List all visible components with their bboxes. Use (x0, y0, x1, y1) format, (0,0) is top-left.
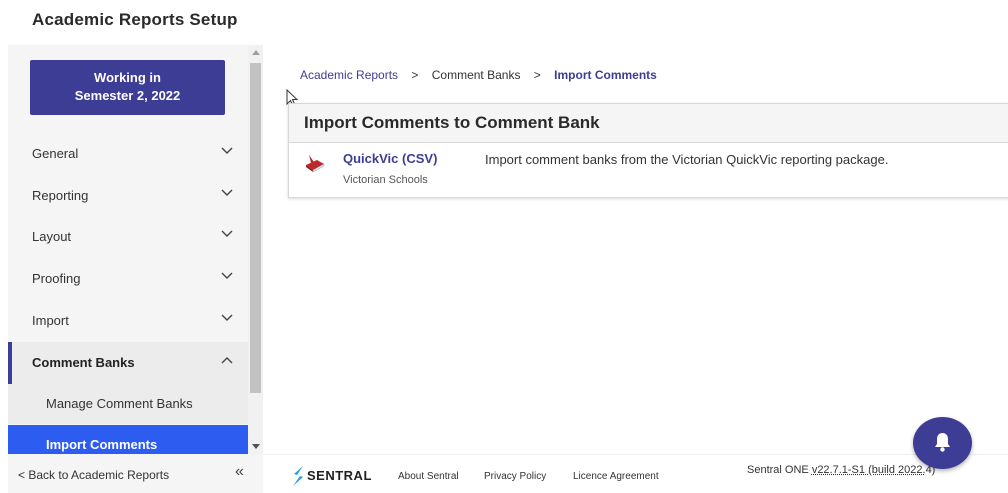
import-comments-panel: Import Comments to Comment Bank QuickVic… (288, 103, 1008, 198)
back-bar: < Back to Academic Reports « (8, 454, 263, 493)
sidebar-scrollbar[interactable] (248, 45, 263, 454)
sidebar-item-label: Comment Banks (32, 355, 135, 370)
breadcrumb: Academic Reports > Comment Banks > Impor… (300, 68, 657, 82)
chevron-down-icon (221, 230, 233, 238)
sidebar-item-layout[interactable]: Layout (8, 216, 248, 258)
sidebar-subitem-import-comments[interactable]: Import Comments (8, 425, 248, 454)
panel-header: Import Comments to Comment Bank (289, 104, 1008, 143)
chevron-down-icon (221, 314, 233, 322)
sentral-wordmark: SENTRAL (307, 468, 372, 483)
panel-title: Import Comments to Comment Bank (304, 113, 600, 133)
quickvic-csv-link[interactable]: QuickVic (CSV) (343, 151, 437, 166)
back-to-academic-reports-link[interactable]: < Back to Academic Reports (18, 468, 169, 482)
notifications-button[interactable] (913, 417, 972, 469)
chevron-left-icon: < (18, 468, 25, 482)
scroll-thumb[interactable] (250, 63, 261, 393)
back-link-label: Back to Academic Reports (28, 468, 169, 482)
footer: SENTRAL About Sentral Privacy Policy Lic… (263, 454, 1008, 493)
sidebar-item-label: Layout (32, 229, 71, 244)
working-in-button[interactable]: Working in Semester 2, 2022 (30, 60, 225, 115)
sidebar-item-proofing[interactable]: Proofing (8, 258, 248, 300)
working-in-label: Working in (30, 69, 225, 87)
quickvic-subtitle: Victorian Schools (343, 174, 428, 186)
sentral-logo: SENTRAL (291, 463, 371, 487)
version-number: v22.7.1-S1 (build 2022. (812, 464, 926, 476)
sidebar-item-label: Import (32, 313, 69, 328)
sidebar-item-import[interactable]: Import (8, 300, 248, 342)
footer-about-link[interactable]: About Sentral (398, 471, 459, 482)
chevron-down-icon (221, 147, 233, 155)
collapse-sidebar-icon[interactable]: « (235, 463, 244, 481)
breadcrumb-academic-reports[interactable]: Academic Reports (300, 68, 398, 82)
footer-licence-link[interactable]: Licence Agreement (573, 471, 659, 482)
sidebar-item-comment-banks[interactable]: Comment Banks (8, 342, 248, 384)
breadcrumb-separator: > (534, 68, 541, 82)
sidebar-item-label: Proofing (32, 271, 80, 286)
sidebar-item-label: General (32, 146, 78, 161)
breadcrumb-comment-banks[interactable]: Comment Banks (432, 68, 521, 82)
sidebar-item-reporting[interactable]: Reporting (8, 175, 248, 217)
working-in-term: Semester 2, 2022 (30, 87, 225, 105)
sidebar-item-general[interactable]: General (8, 133, 248, 175)
sidebar-subitem-manage-comment-banks[interactable]: Manage Comment Banks (8, 384, 248, 424)
sentral-s-icon (291, 465, 305, 487)
footer-privacy-link[interactable]: Privacy Policy (484, 471, 546, 482)
scroll-down-icon[interactable] (252, 444, 260, 449)
bell-icon (933, 432, 952, 453)
chevron-up-icon (221, 356, 233, 364)
page-title: Academic Reports Setup (32, 10, 238, 30)
sidebar-item-label: Reporting (32, 188, 88, 203)
sidebar: Working in Semester 2, 2022 General Repo… (8, 45, 248, 454)
scroll-up-icon[interactable] (252, 50, 260, 55)
sidebar-subitem-label: Import Comments (46, 437, 157, 452)
chevron-down-icon (221, 272, 233, 280)
book-icon (303, 151, 327, 175)
version-text: Sentral ONE v22.7.1-S1 (build 2022.4) (747, 464, 935, 476)
breadcrumb-import-comments: Import Comments (554, 68, 657, 82)
quickvic-description: Import comment banks from the Victorian … (485, 152, 888, 167)
version-prefix: Sentral ONE (747, 464, 812, 476)
chevron-down-icon (221, 189, 233, 197)
breadcrumb-separator: > (411, 68, 418, 82)
sidebar-subitem-label: Manage Comment Banks (46, 396, 193, 411)
